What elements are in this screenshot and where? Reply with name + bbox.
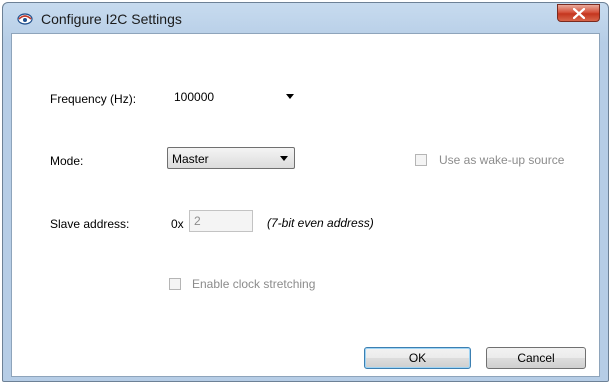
slave-address-label: Slave address:	[50, 217, 130, 231]
close-icon	[573, 8, 585, 19]
chevron-down-icon	[286, 94, 294, 99]
close-button[interactable]	[557, 4, 600, 22]
title-bar[interactable]: Configure I2C Settings	[3, 3, 608, 33]
mode-label: Mode:	[50, 154, 84, 168]
slave-address-value: 2	[194, 214, 201, 228]
hex-prefix: 0x	[171, 217, 184, 231]
app-logo-icon	[17, 13, 33, 25]
ok-button[interactable]: OK	[364, 347, 471, 369]
frequency-label: Frequency (Hz):	[50, 92, 137, 106]
slave-address-hint: (7-bit even address)	[267, 216, 374, 230]
wakeup-checkbox[interactable]	[415, 154, 427, 166]
chevron-down-icon	[280, 156, 288, 161]
mode-dropdown[interactable]: Master	[167, 147, 295, 169]
window-title: Configure I2C Settings	[41, 11, 182, 27]
wakeup-label: Use as wake-up source	[439, 153, 565, 167]
dialog-window: Configure I2C Settings Frequency (Hz): 1…	[2, 2, 609, 382]
slave-address-input[interactable]: 2	[189, 210, 253, 232]
dialog-content: Frequency (Hz): 100000 Mode: Master Use …	[11, 33, 600, 377]
clock-stretching-checkbox[interactable]	[169, 278, 181, 290]
cancel-button[interactable]: Cancel	[486, 347, 586, 369]
mode-value: Master	[172, 152, 209, 166]
frequency-value: 100000	[174, 90, 215, 104]
frequency-dropdown[interactable]: 100000	[170, 86, 300, 108]
clock-stretching-label: Enable clock stretching	[192, 277, 316, 291]
